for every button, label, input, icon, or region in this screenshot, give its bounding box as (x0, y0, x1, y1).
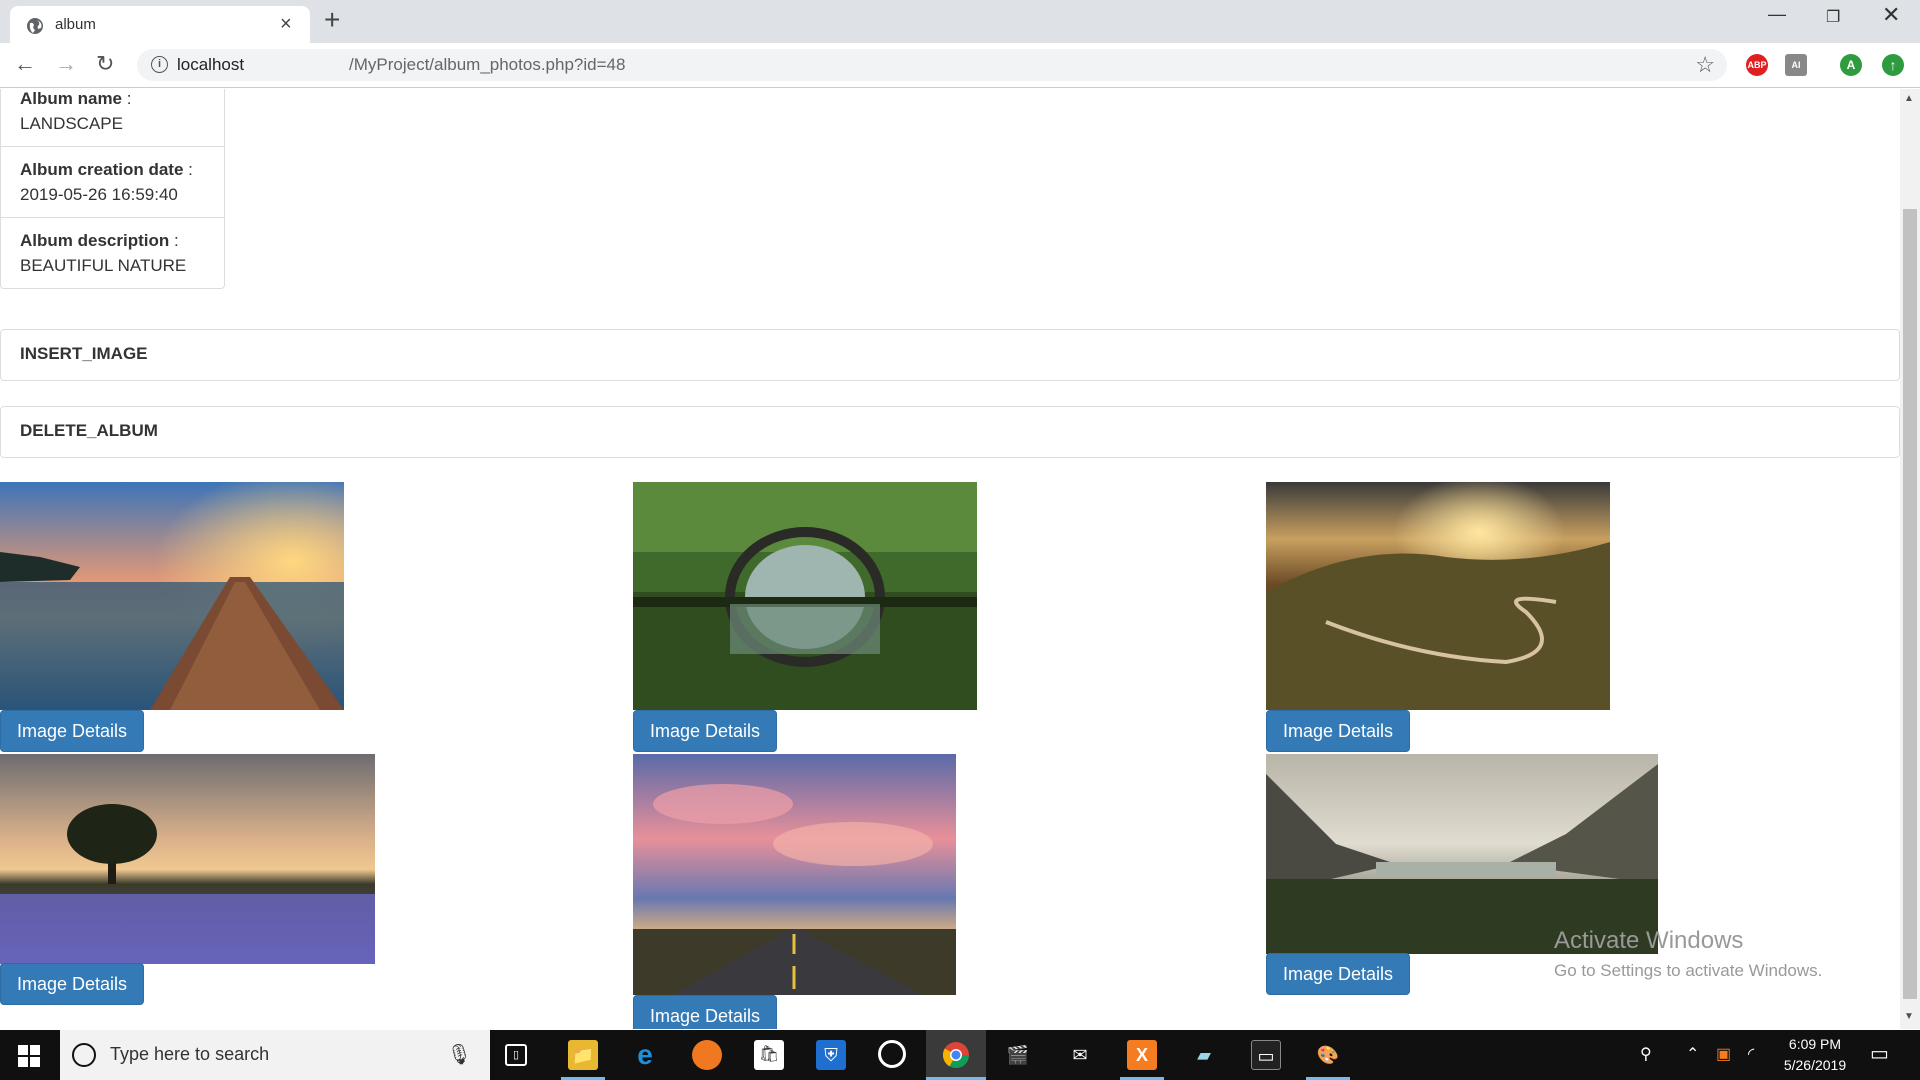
windows-taskbar: Type here to search 🎙 ▯ 📁 e 🛍 ⛨ 🎬 ✉ X ▰ … (0, 1030, 1920, 1080)
restore-icon[interactable]: ❐ (1826, 7, 1840, 27)
movies-icon[interactable]: 🎬 (1003, 1040, 1033, 1070)
album-date-label: Album creation date (20, 160, 184, 179)
adblock-icon[interactable]: ABP (1746, 54, 1768, 76)
defender-icon[interactable]: ⛨ (816, 1040, 846, 1070)
file-explorer-icon[interactable]: 📁 (568, 1040, 598, 1070)
profile-avatar[interactable]: A (1840, 54, 1862, 76)
photo-tree-lavender-field (0, 754, 375, 964)
clock-time: 6:09 PM (1788, 1036, 1842, 1052)
close-window-icon[interactable]: ✕ (1882, 2, 1900, 28)
new-tab-icon[interactable]: + (324, 6, 340, 34)
taskbar-clock[interactable]: 6:09 PM 5/26/2019 (1775, 1034, 1855, 1076)
album-name-row: Album name : LANDSCAPE (1, 89, 224, 146)
image-details-button-4[interactable]: Image Details (0, 963, 145, 1005)
info-icon[interactable]: i (151, 56, 168, 73)
page-scrollbar[interactable]: ▲ ▼ (1900, 89, 1920, 1029)
chrome-icon[interactable] (941, 1040, 971, 1070)
store-icon[interactable]: 🛍 (754, 1040, 784, 1070)
photo-winding-valley-road (1266, 482, 1610, 710)
album-description-label: Album description (20, 231, 170, 250)
update-icon[interactable]: ↑ (1882, 54, 1904, 76)
mail-icon[interactable]: ✉ (1065, 1040, 1095, 1070)
photo-lake-pier-sunset (0, 482, 344, 710)
delete-album-link[interactable]: DELETE_ALBUM (0, 406, 1900, 458)
taskbar-search-box[interactable]: Type here to search 🎙 (60, 1030, 490, 1080)
close-tab-icon[interactable]: × (280, 14, 292, 34)
image-details-button-3[interactable]: Image Details (1266, 710, 1411, 752)
photo-stone-arch-bridge (633, 482, 977, 710)
notepad-icon[interactable]: ▰ (1189, 1040, 1219, 1070)
scroll-down-icon[interactable]: ▼ (1904, 1011, 1914, 1022)
album-name-value: LANDSCAPE (20, 114, 123, 133)
xampp-icon[interactable]: X (1127, 1040, 1157, 1070)
album-description-sep: : (169, 231, 179, 250)
notifications-icon[interactable]: ▭ (1870, 1041, 1889, 1066)
photo-mountain-lake (1266, 754, 1658, 954)
url-path: /MyProject/album_photos.php?id=48 (349, 55, 626, 74)
back-icon[interactable]: ← (14, 51, 36, 77)
activate-windows-title: Activate Windows (1554, 927, 1744, 954)
url-host: localhost (177, 55, 245, 74)
forward-icon[interactable]: → (55, 51, 77, 77)
album-date-row: Album creation date : 2019-05-26 16:59:4… (1, 146, 224, 217)
album-description-value: BEAUTIFUL NATURE (20, 256, 187, 275)
album-name-label: Album name (20, 89, 123, 108)
groove-icon[interactable] (878, 1040, 906, 1068)
taskbar-search-placeholder: Type here to search (110, 1044, 270, 1064)
microphone-icon[interactable]: 🎙 (447, 1042, 472, 1067)
edge-icon[interactable]: e (630, 1040, 660, 1070)
album-name-sep: : (122, 89, 132, 108)
wifi-icon[interactable]: ◜ (1748, 1044, 1754, 1064)
bookmark-star-icon[interactable]: ☆ (1695, 52, 1715, 78)
scroll-up-icon[interactable]: ▲ (1904, 93, 1914, 104)
clock-date: 5/26/2019 (1783, 1057, 1847, 1073)
paint-icon[interactable]: 🎨 (1313, 1040, 1343, 1070)
windows-start-icon[interactable] (18, 1045, 40, 1067)
tab-strip: album × + — ❐ ✕ (0, 0, 1920, 43)
reload-icon[interactable]: ↻ (96, 51, 114, 77)
tab-title: album (55, 16, 96, 33)
cortana-icon[interactable] (72, 1043, 96, 1067)
people-icon[interactable]: ⚲ (1640, 1044, 1652, 1064)
xampp-tray-icon[interactable]: ▣ (1716, 1044, 1731, 1064)
browser-tab[interactable]: album × (10, 6, 310, 43)
album-date-sep: : (183, 160, 193, 179)
task-view-icon[interactable]: ▯ (505, 1044, 527, 1066)
minimize-icon[interactable]: — (1768, 4, 1786, 25)
image-details-button-6[interactable]: Image Details (1266, 953, 1411, 995)
image-details-button-1[interactable]: Image Details (0, 710, 145, 752)
terminal-icon[interactable]: ▭ (1251, 1040, 1281, 1070)
album-description-row: Album description : BEAUTIFUL NATURE (1, 217, 224, 288)
address-bar[interactable]: i localhost /MyProject/album_photos.php?… (137, 49, 1727, 81)
activate-windows-subtitle: Go to Settings to activate Windows. (1554, 961, 1823, 980)
scrollbar-thumb[interactable] (1903, 209, 1917, 999)
insert-image-link[interactable]: INSERT_IMAGE (0, 329, 1900, 381)
extension-icon[interactable]: AI (1785, 54, 1807, 76)
photo-road-pink-clouds (633, 754, 956, 995)
image-details-button-5[interactable]: Image Details (633, 995, 778, 1029)
show-hidden-icons[interactable]: ⌃ (1686, 1044, 1699, 1064)
album-info-panel: Album name : LANDSCAPE Album creation da… (0, 89, 225, 289)
album-date-value: 2019-05-26 16:59:40 (20, 185, 178, 204)
image-details-button-2[interactable]: Image Details (633, 710, 778, 752)
globe-icon (27, 18, 43, 34)
browser-toolbar: ← → ↻ i localhost /MyProject/album_photo… (0, 43, 1920, 88)
firefox-icon[interactable] (692, 1040, 722, 1070)
page-content: Album name : LANDSCAPE Album creation da… (0, 89, 1900, 1029)
